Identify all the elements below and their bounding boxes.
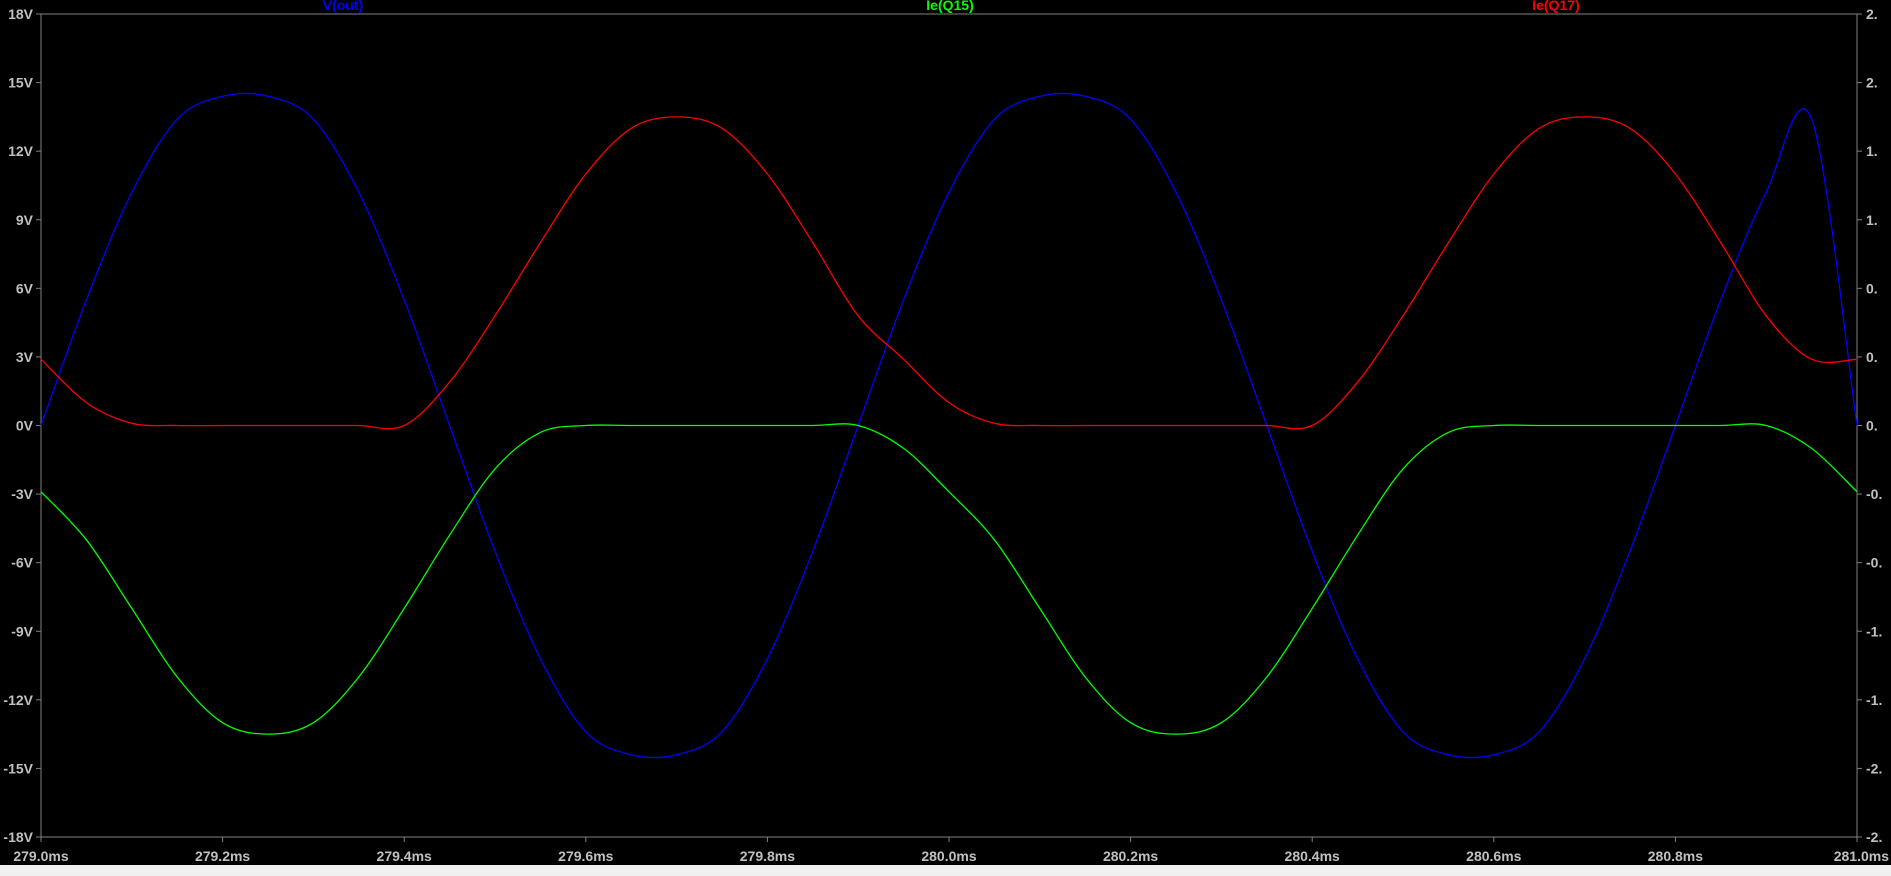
plot-background [0, 0, 1891, 876]
y-tick-label: -3V [11, 486, 33, 502]
y2-tick-label: -2. [1866, 760, 1882, 776]
x-tick-label: 279.4ms [377, 848, 432, 864]
y2-tick-label: -0. [1866, 486, 1882, 502]
y2-tick-label: 0. [1866, 349, 1878, 365]
waveform-plot[interactable]: 18V 15V 12V 9V 6V 3V 0V -3V -6V -9V -12V -15V -18V 2… [0, 0, 1891, 876]
y-tick-label: 3V [16, 349, 34, 365]
y2-tick-label: 1. [1866, 212, 1878, 228]
x-tick-label: 280.8ms [1648, 848, 1703, 864]
x-tick-label: 280.0ms [921, 848, 976, 864]
x-tick-label: 280.4ms [1285, 848, 1340, 864]
y2-tick-label: 0. [1866, 280, 1878, 296]
y-tick-label: 15V [8, 75, 34, 91]
x-tick-label: 280.6ms [1466, 848, 1521, 864]
legend-label-v-out[interactable]: V(out) [323, 0, 363, 13]
legend-label-ie-q15[interactable]: Ie(Q15) [926, 0, 973, 13]
y2-tick-label: -1. [1866, 692, 1882, 708]
y-tick-label: 18V [8, 6, 34, 22]
y-tick-label: 9V [16, 212, 34, 228]
y-tick-label: -12V [3, 692, 33, 708]
x-tick-label: 281.0ms [1834, 848, 1889, 864]
y2-tick-label: 2. [1866, 75, 1878, 91]
y-tick-label: -6V [11, 555, 33, 571]
y2-tick-label: 2. [1866, 6, 1878, 22]
legend-label-ie-q17[interactable]: Ie(Q17) [1532, 0, 1579, 13]
window-bottom-edge [0, 865, 1891, 876]
x-tick-label: 279.2ms [195, 848, 250, 864]
x-tick-label: 279.0ms [13, 848, 68, 864]
y-tick-label: -18V [3, 829, 33, 845]
y-tick-label: 12V [8, 143, 34, 159]
y-tick-label: -15V [3, 760, 33, 776]
y-tick-label: 0V [16, 418, 34, 434]
y-tick-label: 6V [16, 280, 34, 296]
y2-tick-label: 1. [1866, 143, 1878, 159]
y2-tick-label: -1. [1866, 623, 1882, 639]
y2-tick-label: -0. [1866, 555, 1882, 571]
y2-tick-label: -2. [1866, 829, 1882, 845]
x-tick-label: 279.8ms [740, 848, 795, 864]
x-tick-label: 279.6ms [558, 848, 613, 864]
y2-tick-label: 0. [1866, 418, 1878, 434]
x-tick-label: 280.2ms [1103, 848, 1158, 864]
y-tick-label: -9V [11, 623, 33, 639]
